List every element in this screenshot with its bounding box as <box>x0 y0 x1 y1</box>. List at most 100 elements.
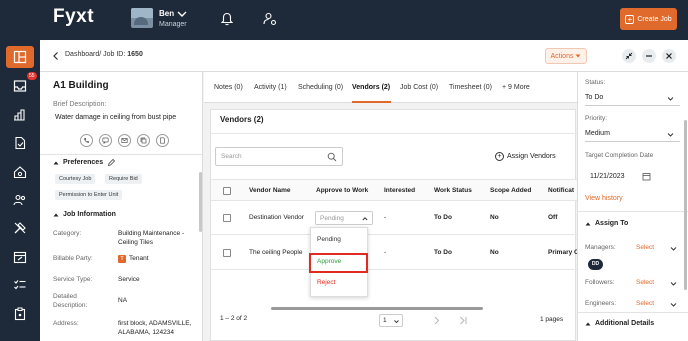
nav-calendar[interactable] <box>6 246 34 268</box>
nav-contacts[interactable] <box>6 189 34 211</box>
fyxt-logo[interactable]: Fyxt <box>53 6 94 28</box>
table-row[interactable]: Destination Vendor Pending - To Do No Of… <box>211 201 577 235</box>
bell-icon[interactable] <box>221 12 233 26</box>
job-status-panel: Status: To Do Priority: Medium Target Co… <box>577 72 688 341</box>
manager-avatar[interactable]: DD <box>588 259 603 270</box>
dropdown-option-pending[interactable]: Pending <box>317 236 341 243</box>
priority-value[interactable]: Medium <box>585 130 610 137</box>
job-title: A1 Building <box>53 80 109 91</box>
approve-dropdown-menu: Pending Approve Reject <box>309 227 368 297</box>
approve-to-work-select[interactable]: Pending <box>315 211 373 225</box>
back-arrow-icon[interactable] <box>52 51 60 61</box>
collapse-arrows-icon <box>625 52 633 60</box>
page-header: Dashboard/ Job ID: 1650 Actions <box>40 40 688 72</box>
row-checkbox[interactable] <box>223 249 231 257</box>
tab-more[interactable]: + 9 More <box>502 84 530 91</box>
table-row[interactable]: The ceiling People - To Do No Primary C <box>211 236 579 270</box>
user-name[interactable]: Ben <box>159 9 174 18</box>
dashboard-icon <box>13 50 27 64</box>
status-value[interactable]: To Do <box>585 94 603 101</box>
search-input[interactable] <box>216 148 316 165</box>
nav-tasks[interactable] <box>6 303 34 325</box>
target-date-value[interactable]: 11/21/2023 <box>590 173 625 180</box>
last-page-icon[interactable] <box>459 316 468 325</box>
tab-vendors[interactable]: Vendors (2) <box>352 84 390 91</box>
work-status-value: To Do <box>434 214 452 221</box>
vendors-table-header: Vendor Name Approve to Work Interested W… <box>211 179 577 201</box>
job-information-header[interactable]: Job Information <box>53 211 116 218</box>
assign-to-header[interactable]: Assign To <box>585 220 628 227</box>
column-header[interactable]: Approve to Work <box>316 187 368 194</box>
nav-reports[interactable] <box>6 104 34 126</box>
work-status-value: To Do <box>434 249 452 256</box>
document-icon[interactable] <box>156 134 169 147</box>
collapse-button[interactable] <box>622 49 636 63</box>
document-icon <box>15 136 26 150</box>
pencil-icon[interactable] <box>107 158 116 167</box>
actions-button[interactable]: Actions <box>545 48 587 64</box>
nav-properties[interactable] <box>6 161 34 183</box>
chevron-down-icon[interactable] <box>667 131 674 138</box>
plus-circle-icon: + <box>495 152 504 161</box>
column-header[interactable]: Interested <box>384 187 415 194</box>
chevron-down-icon[interactable] <box>670 245 677 252</box>
user-avatar[interactable] <box>131 8 153 28</box>
highlight-box <box>309 253 368 273</box>
next-page-icon[interactable] <box>433 316 440 325</box>
engineers-select[interactable]: Select <box>636 300 654 307</box>
pages-label: 1 pages <box>540 316 564 323</box>
view-history-link[interactable]: View history <box>585 195 623 202</box>
row-checkbox[interactable] <box>223 214 231 222</box>
caret-up-icon <box>585 222 591 225</box>
tab-timesheet[interactable]: Timesheet (0) <box>449 84 492 91</box>
tab-scheduling[interactable]: Scheduling (0) <box>298 84 343 91</box>
tab-job-cost[interactable]: Job Cost (0) <box>400 84 438 91</box>
additional-details-header[interactable]: Additional Details <box>585 320 654 327</box>
followers-select[interactable]: Select <box>636 279 654 286</box>
breadcrumb[interactable]: Dashboard/ Job ID: 1650 <box>65 51 143 58</box>
actions-label: Actions <box>550 52 574 60</box>
right-panel-scrollbar[interactable] <box>684 120 687 290</box>
chevron-down-icon[interactable] <box>667 95 674 102</box>
nav-dashboard[interactable] <box>6 46 34 68</box>
column-header[interactable]: Work Status <box>434 187 472 194</box>
chevron-down-icon[interactable] <box>670 301 677 308</box>
nav-checklists[interactable] <box>6 274 34 296</box>
copy-icon[interactable] <box>137 134 150 147</box>
calendar-edit-icon <box>13 251 27 264</box>
range-label: 1 – 2 of 2 <box>220 315 248 322</box>
address-label: Address: <box>53 320 79 327</box>
preferences-header[interactable]: Preferences <box>53 158 116 167</box>
main-content: Notes (0) Activity (1) Scheduling (0) Ve… <box>204 72 579 341</box>
mail-icon[interactable] <box>118 134 131 147</box>
nav-documents[interactable] <box>6 132 34 154</box>
vendor-search <box>215 147 343 166</box>
minimize-button[interactable] <box>642 49 656 63</box>
left-panel-scrollbar[interactable] <box>199 172 202 232</box>
calendar-icon[interactable] <box>642 172 651 181</box>
chat-icon[interactable] <box>99 134 112 147</box>
close-button[interactable] <box>662 49 676 63</box>
column-header[interactable]: Scope Added <box>490 187 531 194</box>
select-all-checkbox[interactable] <box>223 187 231 195</box>
managers-select[interactable]: Select <box>636 244 654 251</box>
phone-icon[interactable] <box>80 134 93 147</box>
search-icon[interactable] <box>327 152 337 162</box>
nav-tools[interactable] <box>6 217 34 239</box>
managers-label: Managers: <box>585 244 616 251</box>
user-settings-icon[interactable] <box>263 12 277 26</box>
create-job-button[interactable]: + Create Job <box>620 8 677 30</box>
nav-inbox[interactable]: 55 <box>6 72 37 97</box>
tab-activity[interactable]: Activity (1) <box>254 84 287 91</box>
assign-vendors-button[interactable]: + Assign Vendors <box>495 152 556 161</box>
dropdown-option-reject[interactable]: Reject <box>317 279 335 286</box>
top-bar: Fyxt Ben Manager + Create Job <box>0 0 688 40</box>
column-header[interactable]: Notificat <box>548 187 574 194</box>
brief-description: Water damage in ceiling from bust pipe <box>55 114 177 121</box>
chevron-down-icon[interactable] <box>176 9 188 19</box>
column-header[interactable]: Vendor Name <box>249 187 291 194</box>
user-role: Manager <box>159 21 187 28</box>
chevron-down-icon[interactable] <box>670 280 677 287</box>
tab-notes[interactable]: Notes (0) <box>214 84 243 91</box>
page-select[interactable]: 1 <box>379 314 403 327</box>
